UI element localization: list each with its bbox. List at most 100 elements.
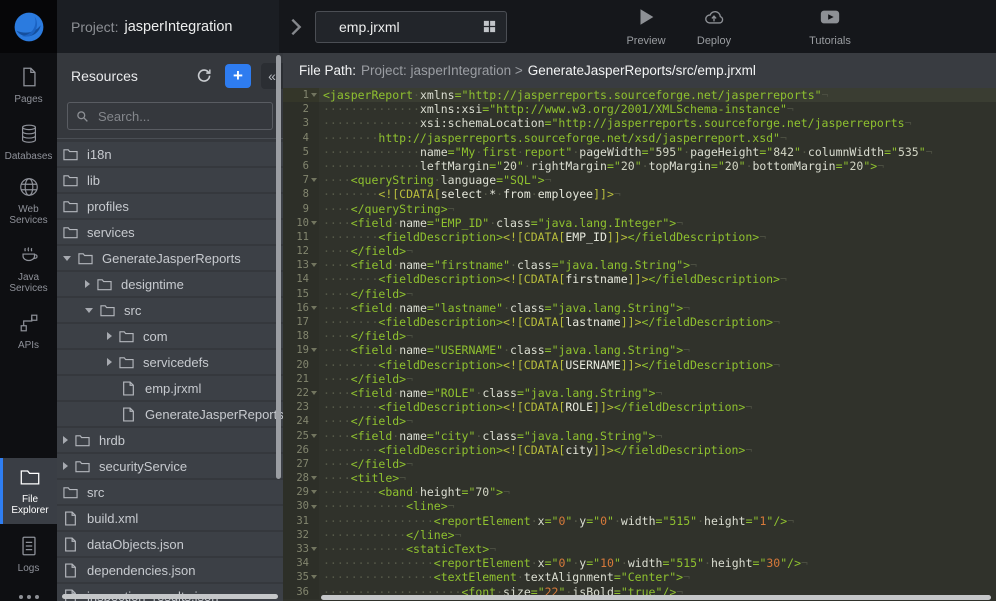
tree-item-generatejasperreports-s[interactable]: GenerateJasperReports.s — [57, 402, 283, 426]
action-deploy[interactable]: Deploy — [680, 6, 748, 47]
fold-toggle-icon[interactable] — [311, 476, 317, 480]
search-box[interactable] — [67, 102, 273, 130]
tree-item-src[interactable]: src — [57, 298, 283, 322]
code-line-26[interactable]: 26········<fieldDescription><![CDATA[cit… — [283, 443, 996, 457]
code-line-19[interactable]: 19····<field·name="USERNAME"·class="java… — [283, 343, 996, 357]
caret-right-icon[interactable] — [63, 436, 68, 444]
fold-toggle-icon[interactable] — [311, 575, 317, 579]
rail-item-logs[interactable]: Logs — [0, 532, 57, 577]
code-line-28[interactable]: 28····<title>¬ — [283, 471, 996, 485]
fold-toggle-icon[interactable] — [311, 505, 317, 509]
code-line-16[interactable]: 16····<field·name="lastname"·class="java… — [283, 301, 996, 315]
rail-item-web-services[interactable]: Web Services — [0, 173, 57, 229]
tree-item-com[interactable]: com — [57, 324, 283, 348]
caret-down-icon[interactable] — [63, 256, 71, 261]
tree-item-designtime[interactable]: designtime — [57, 272, 283, 296]
wavemaker-logo[interactable] — [0, 0, 57, 53]
rail-item-apis[interactable]: APIs — [0, 309, 57, 354]
caret-right-icon[interactable] — [107, 332, 112, 340]
code-line-23[interactable]: 23········<fieldDescription><![CDATA[ROL… — [283, 400, 996, 414]
fold-toggle-icon[interactable] — [311, 391, 317, 395]
tree-item-i18n[interactable]: i18n — [57, 142, 283, 166]
tree-item-generatejasperreports[interactable]: GenerateJasperReports — [57, 246, 283, 270]
gutter-cell: 34 — [283, 556, 319, 570]
fold-toggle-icon[interactable] — [311, 348, 317, 352]
code-line-24[interactable]: 24····</field>¬ — [283, 414, 996, 428]
fold-toggle-icon[interactable] — [311, 263, 317, 267]
code-line-30[interactable]: 30············<line>¬ — [283, 499, 996, 513]
tree-item-label: securityService — [99, 459, 187, 474]
tree-item-dependencies-json[interactable]: dependencies.json — [57, 558, 283, 582]
tree-horizontal-scrollbar[interactable] — [62, 594, 278, 599]
tree-vertical-scrollbar[interactable] — [276, 55, 281, 479]
code-line-25[interactable]: 25····<field·name="city"·class="java.lan… — [283, 429, 996, 443]
caret-right-icon[interactable] — [63, 462, 68, 470]
action-preview[interactable]: Preview — [612, 6, 680, 47]
code-line-35[interactable]: 35················<textElement·textAlign… — [283, 570, 996, 584]
fold-toggle-icon[interactable] — [311, 93, 317, 97]
code-line-31[interactable]: 31················<reportElement·x="0"·y… — [283, 514, 996, 528]
code-editor[interactable]: 1<jasperReport·xmlns="http://jasperrepor… — [283, 88, 996, 601]
code-line-32[interactable]: 32············</line>¬ — [283, 528, 996, 542]
fold-toggle-icon[interactable] — [311, 306, 317, 310]
code-line-17[interactable]: 17········<fieldDescription><![CDATA[las… — [283, 315, 996, 329]
editor-horizontal-scrollbar[interactable] — [321, 595, 991, 600]
code-line-13[interactable]: 13····<field·name="firstname"·class="jav… — [283, 258, 996, 272]
more-menu[interactable] — [0, 595, 57, 599]
code-line-29[interactable]: 29········<band·height="70">¬ — [283, 485, 996, 499]
code-line-1[interactable]: 1<jasperReport·xmlns="http://jasperrepor… — [283, 88, 996, 102]
caret-right-icon[interactable] — [107, 358, 112, 366]
search-input[interactable] — [96, 108, 264, 125]
grid-icon[interactable] — [482, 19, 497, 34]
code-line-6[interactable]: 6··············leftMargin="20"·rightMarg… — [283, 159, 996, 173]
tab-emp-jrxml[interactable]: emp.jrxml — [315, 11, 507, 43]
fold-toggle-icon[interactable] — [311, 547, 317, 551]
code-line-5[interactable]: 5··············name="My·first·report"·pa… — [283, 145, 996, 159]
code-line-8[interactable]: 8········<![CDATA[select·*·from·employee… — [283, 187, 996, 201]
tree-item-dataobjects-json[interactable]: dataObjects.json — [57, 532, 283, 556]
tree-item-src[interactable]: src — [57, 480, 283, 504]
resources-title: Resources — [71, 68, 195, 84]
code-line-4[interactable]: 4········http://jasperreports.sourceforg… — [283, 131, 996, 145]
code-line-11[interactable]: 11········<fieldDescription><![CDATA[EMP… — [283, 230, 996, 244]
code-line-14[interactable]: 14········<fieldDescription><![CDATA[fir… — [283, 272, 996, 286]
caret-down-icon[interactable] — [85, 308, 93, 313]
code-line-12[interactable]: 12····</field>¬ — [283, 244, 996, 258]
tree-item-label: designtime — [121, 277, 184, 292]
tree-item-emp-jrxml[interactable]: emp.jrxml — [57, 376, 283, 400]
fold-toggle-icon[interactable] — [311, 490, 317, 494]
refresh-button[interactable] — [195, 67, 213, 85]
tree-item-hrdb[interactable]: hrdb — [57, 428, 283, 452]
code-line-9[interactable]: 9····</queryString>¬ — [283, 202, 996, 216]
fold-toggle-icon[interactable] — [311, 178, 317, 182]
code-line-33[interactable]: 33············<staticText>¬ — [283, 542, 996, 556]
code-line-20[interactable]: 20········<fieldDescription><![CDATA[USE… — [283, 358, 996, 372]
caret-right-icon[interactable] — [85, 280, 90, 288]
add-resource-button[interactable]: + — [225, 64, 251, 88]
tree-item-securityservice[interactable]: securityService — [57, 454, 283, 478]
code-line-10[interactable]: 10····<field·name="EMP_ID"·class="java.l… — [283, 216, 996, 230]
rail-item-databases[interactable]: Databases — [0, 120, 57, 165]
code-line-7[interactable]: 7····<queryString·language="SQL">¬ — [283, 173, 996, 187]
rail-item-java-services[interactable]: Java Services — [0, 241, 57, 297]
rail-item-file-explorer[interactable]: File Explorer — [0, 458, 57, 524]
action-tutorials[interactable]: Tutorials — [796, 6, 864, 47]
fold-toggle-icon[interactable] — [311, 434, 317, 438]
tree-item-servicedefs[interactable]: servicedefs — [57, 350, 283, 374]
rail-item-pages[interactable]: Pages — [0, 63, 57, 108]
code-line-34[interactable]: 34················<reportElement·x="0"·y… — [283, 556, 996, 570]
code-line-3[interactable]: 3··············xsi:schemaLocation="http:… — [283, 116, 996, 130]
code-line-15[interactable]: 15····</field>¬ — [283, 287, 996, 301]
code-line-27[interactable]: 27····</field>¬ — [283, 457, 996, 471]
youtube-icon — [819, 6, 841, 33]
gutter-cell: 32 — [283, 528, 319, 542]
tree-item-build-xml[interactable]: build.xml — [57, 506, 283, 530]
tree-item-profiles[interactable]: profiles — [57, 194, 283, 218]
code-line-22[interactable]: 22····<field·name="ROLE"·class="java.lan… — [283, 386, 996, 400]
code-line-2[interactable]: 2··············xmlns:xsi="http://www.w3.… — [283, 102, 996, 116]
code-line-21[interactable]: 21····</field>¬ — [283, 372, 996, 386]
tree-item-lib[interactable]: lib — [57, 168, 283, 192]
tree-item-services[interactable]: services — [57, 220, 283, 244]
fold-toggle-icon[interactable] — [311, 221, 317, 225]
code-line-18[interactable]: 18····</field>¬ — [283, 329, 996, 343]
